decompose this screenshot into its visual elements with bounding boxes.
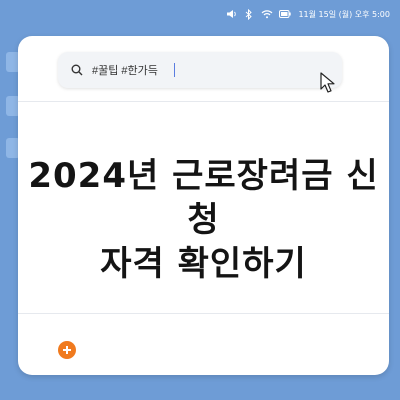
search-bar[interactable]: #꿀팁 #한가득 bbox=[58, 52, 342, 88]
headline-line-2: 자격 확인하기 bbox=[100, 244, 307, 284]
plus-icon bbox=[63, 346, 71, 354]
text-caret bbox=[173, 63, 175, 77]
taskbar: 11월 15일 (월) 오후 5:00 bbox=[0, 0, 400, 28]
page-title: 2024년 근로장려금 신청 자격 확인하기 bbox=[18, 154, 389, 286]
add-button[interactable] bbox=[58, 341, 76, 359]
battery-icon[interactable] bbox=[278, 7, 292, 21]
divider bbox=[18, 101, 389, 102]
clock[interactable]: 11월 15일 (월) 오후 5:00 bbox=[298, 9, 390, 20]
divider bbox=[18, 313, 389, 314]
main-window: #꿀팁 #한가득 2024년 근로장려금 신청 자격 확인하기 bbox=[18, 36, 389, 375]
wifi-icon[interactable] bbox=[260, 7, 274, 21]
bluetooth-icon[interactable] bbox=[242, 7, 256, 21]
headline-line-1: 2024년 근로장려금 신청 bbox=[28, 156, 379, 240]
volume-icon[interactable] bbox=[224, 7, 238, 21]
mouse-pointer-icon bbox=[320, 72, 336, 94]
search-input[interactable]: #꿀팁 #한가득 bbox=[92, 62, 158, 78]
search-icon bbox=[70, 63, 84, 77]
